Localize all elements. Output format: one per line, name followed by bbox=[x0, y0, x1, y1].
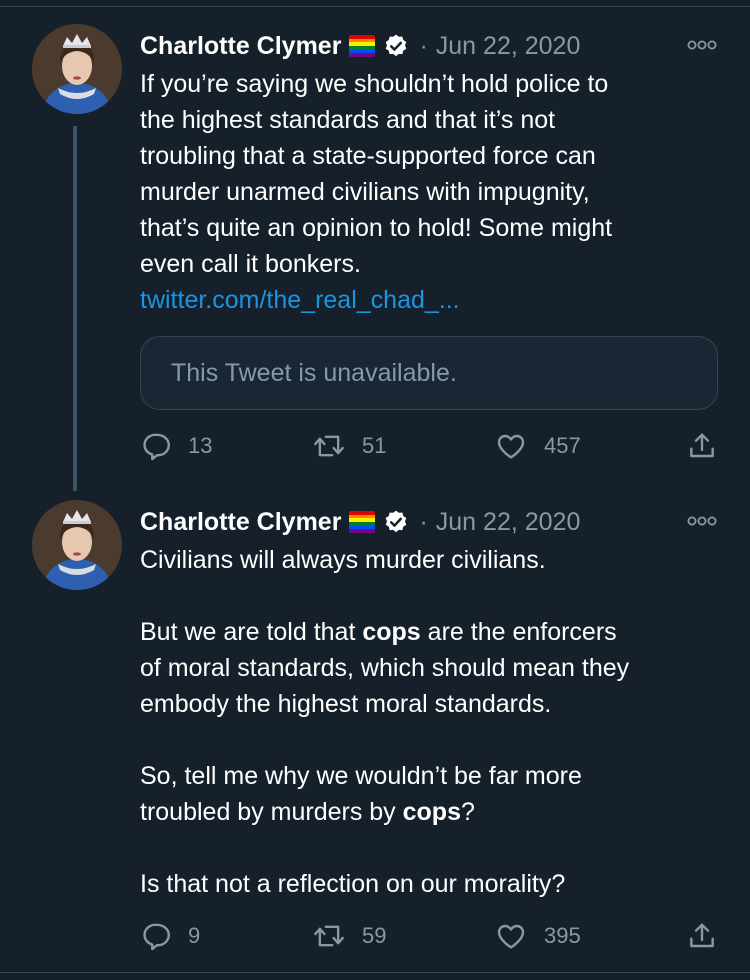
share-button[interactable] bbox=[686, 430, 718, 462]
retweet-count: 51 bbox=[362, 433, 387, 458]
like-icon bbox=[494, 920, 528, 952]
quoted-tweet-unavailable[interactable]: This Tweet is unavailable. bbox=[140, 336, 718, 410]
retweet-button[interactable]: 51 bbox=[312, 430, 386, 462]
conversation-thread: Charlotte Clymer · Jun 22, 2020 If you’r… bbox=[0, 0, 750, 980]
avatar[interactable] bbox=[32, 24, 122, 114]
tweet-paragraph: But we are told that cops are the enforc… bbox=[140, 614, 720, 722]
text-run: So, tell me why we wouldn’t be far more bbox=[140, 762, 582, 790]
tweet-actions: 13 51 457 bbox=[140, 430, 730, 466]
tweet-header: Charlotte Clymer · Jun 22, 2020 bbox=[140, 28, 580, 64]
more-options-icon[interactable] bbox=[686, 38, 718, 56]
retweet-icon bbox=[312, 920, 346, 952]
thread-connector-line bbox=[73, 126, 77, 491]
tweet-paragraph: Civilians will always murder civilians. bbox=[140, 546, 546, 574]
tweet-1[interactable]: Charlotte Clymer · Jun 22, 2020 If you’r… bbox=[0, 24, 750, 494]
share-icon bbox=[686, 430, 718, 462]
bold-text: cops bbox=[362, 618, 421, 646]
divider-bottom bbox=[0, 972, 750, 973]
text-run: ? bbox=[460, 798, 475, 826]
author-name[interactable]: Charlotte Clymer bbox=[140, 508, 341, 537]
like-count: 395 bbox=[544, 923, 581, 948]
tweet-line: If you’re saying we shouldn’t hold polic… bbox=[140, 70, 609, 98]
tweet-link[interactable]: twitter.com/the_real_chad_... bbox=[140, 282, 720, 318]
divider-top bbox=[0, 6, 750, 7]
verified-badge-icon bbox=[383, 509, 409, 535]
tweet-line: the highest standards and that it’s not bbox=[140, 106, 556, 134]
text-run: troubled by murders by bbox=[140, 798, 403, 826]
like-count: 457 bbox=[544, 433, 581, 458]
separator-dot: · bbox=[419, 31, 428, 60]
more-options-icon[interactable] bbox=[686, 514, 718, 532]
tweet-text: If you’re saying we shouldn’t hold polic… bbox=[140, 66, 720, 318]
tweet-line: murder unarmed civilians with impugnity, bbox=[140, 178, 590, 206]
rainbow-flag-emoji bbox=[349, 511, 376, 533]
text-run: embody the highest moral standards. bbox=[140, 690, 552, 718]
tweet-line: troubling that a state-supported force c… bbox=[140, 142, 596, 170]
reply-button[interactable]: 13 bbox=[140, 430, 212, 462]
tweet-line: that’s quite an opinion to hold! Some mi… bbox=[140, 214, 613, 242]
tweet-actions: 9 59 395 bbox=[140, 920, 730, 956]
tweet-line: even call it bonkers. bbox=[140, 250, 361, 278]
retweet-button[interactable]: 59 bbox=[312, 920, 386, 952]
share-icon bbox=[686, 920, 718, 952]
retweet-icon bbox=[312, 430, 346, 462]
separator-dot: · bbox=[419, 507, 428, 536]
rainbow-flag-emoji bbox=[349, 35, 376, 57]
text-run: of moral standards, which should mean th… bbox=[140, 654, 630, 682]
reply-count: 13 bbox=[188, 433, 213, 458]
reply-count: 9 bbox=[188, 923, 201, 948]
reply-icon bbox=[140, 920, 172, 952]
bold-text: cops bbox=[402, 798, 461, 826]
tweet-2[interactable]: Charlotte Clymer · Jun 22, 2020 Civilian… bbox=[0, 500, 750, 972]
tweet-text: Civilians will always murder civilians. … bbox=[140, 542, 720, 902]
author-name[interactable]: Charlotte Clymer bbox=[140, 32, 341, 61]
share-button[interactable] bbox=[686, 920, 718, 952]
reply-button[interactable]: 9 bbox=[140, 920, 200, 952]
tweet-paragraph: Is that not a reflection on our morality… bbox=[140, 870, 566, 898]
like-icon bbox=[494, 430, 528, 462]
tweet-paragraph: So, tell me why we wouldn’t be far more … bbox=[140, 758, 720, 830]
avatar[interactable] bbox=[32, 500, 122, 590]
tweet-date[interactable]: Jun 22, 2020 bbox=[436, 508, 581, 537]
like-button[interactable]: 457 bbox=[494, 430, 581, 462]
text-run: are the enforcers bbox=[420, 618, 617, 646]
tweet-date[interactable]: Jun 22, 2020 bbox=[436, 32, 581, 61]
tweet-header: Charlotte Clymer · Jun 22, 2020 bbox=[140, 504, 580, 540]
text-run: But we are told that bbox=[140, 618, 363, 646]
verified-badge-icon bbox=[383, 33, 409, 59]
like-button[interactable]: 395 bbox=[494, 920, 581, 952]
reply-icon bbox=[140, 430, 172, 462]
retweet-count: 59 bbox=[362, 923, 387, 948]
